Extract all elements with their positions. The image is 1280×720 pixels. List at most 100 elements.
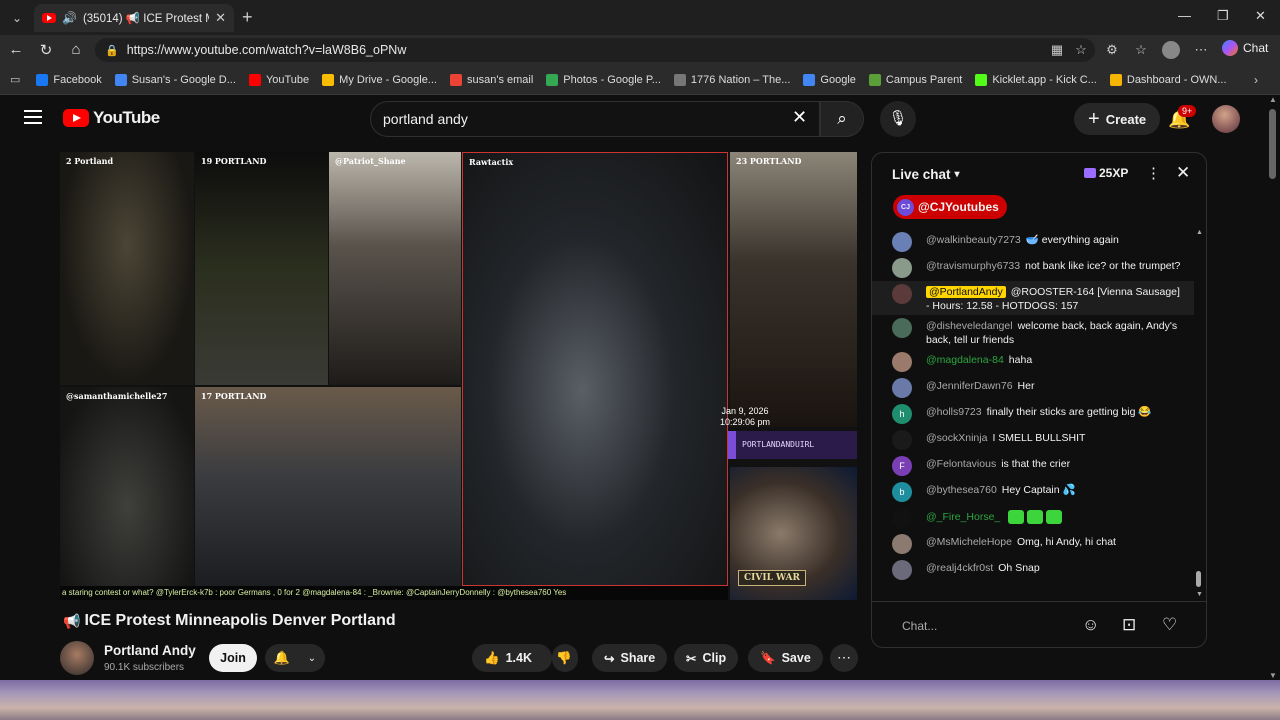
extensions-icon[interactable]: ⚙ (1103, 42, 1121, 58)
chat-author-avatar[interactable] (892, 284, 912, 304)
search-input[interactable]: portland andy (370, 101, 820, 137)
voice-search-button[interactable]: 🎙 (880, 101, 916, 137)
emoji-icon[interactable]: ☺ (1082, 615, 1099, 635)
channel-name[interactable]: Portland Andy (104, 643, 196, 658)
chat-author-avatar[interactable] (892, 508, 912, 528)
more-actions-button[interactable]: ⋯ (830, 644, 858, 672)
chat-author-name[interactable]: @bythesea760 (926, 484, 997, 496)
chat-close-icon[interactable]: ✕ (1176, 163, 1190, 183)
chat-author-name[interactable]: @realj4ckfr0st (926, 562, 993, 574)
heart-icon[interactable]: ♡ (1162, 615, 1177, 635)
pinned-user-chip[interactable]: CJ @CJYoutubes (893, 195, 1007, 219)
chat-message[interactable]: @walkinbeauty7273 🥣 everything again (872, 229, 1194, 255)
speaker-icon[interactable]: 🔊 (62, 11, 77, 25)
chat-message[interactable]: h @holls9723 finally their sticks are gett… (872, 401, 1194, 427)
channel-avatar[interactable] (60, 641, 94, 675)
scroll-down-icon[interactable]: ▼ (1196, 591, 1203, 598)
chat-message[interactable]: @MsMicheleHope Omg, hi Andy, hi chat (872, 531, 1194, 557)
chat-author-name[interactable]: @_Fire_Horse_ (926, 511, 1000, 523)
browser-tab-active[interactable]: 🔊 (35014) 📢 ICE Protest Minneapolis Denv… (34, 4, 234, 32)
chat-author-name[interactable]: @travismurphy6733 (926, 260, 1020, 272)
chat-message[interactable]: @magdalena-84 haha (872, 349, 1194, 375)
bookmark-item[interactable]: Campus Parent (868, 73, 962, 86)
chat-author-name[interactable]: @JenniferDawn76 (926, 380, 1013, 392)
save-button[interactable]: 🔖 Save (748, 644, 823, 672)
site-info-icon[interactable]: 🔒 (105, 44, 119, 57)
chat-message[interactable]: b @bythesea760 Hey Captain 💦 (872, 479, 1194, 505)
chat-scroll-thumb[interactable] (1196, 571, 1201, 587)
scroll-up-icon[interactable]: ▲ (1196, 229, 1203, 236)
browser-menu-icon[interactable]: ⋯ (1192, 42, 1210, 58)
chat-author-avatar[interactable] (892, 378, 912, 398)
create-button[interactable]: + Create (1074, 103, 1161, 135)
chat-author-name[interactable]: @disheveledangel (926, 320, 1013, 332)
chat-author-name[interactable]: @holls9723 (926, 406, 982, 418)
bookmarks-overflow-icon[interactable]: › (1254, 73, 1258, 87)
chat-author-avatar[interactable] (892, 258, 912, 278)
bookmark-item[interactable]: Facebook (36, 73, 102, 86)
chat-author-name[interactable]: @magdalena-84 (926, 354, 1004, 366)
minimize-icon[interactable]: — (1178, 8, 1191, 23)
home-icon[interactable]: ⌂ (66, 41, 86, 58)
window-close-icon[interactable]: ✕ (1255, 8, 1266, 24)
chat-scrollbar[interactable]: ▲ ▼ (1195, 229, 1203, 601)
bookmark-item[interactable]: Photos - Google P... (546, 73, 661, 86)
chat-message[interactable]: @realj4ckfr0st Oh Snap (872, 557, 1194, 583)
page-scroll-down-icon[interactable]: ▼ (1269, 671, 1277, 680)
bookmark-item[interactable]: Kicklet.app - Kick C... (975, 73, 1097, 86)
bookmark-item[interactable]: susan's email (449, 73, 533, 86)
search-clear-icon[interactable]: ✕ (792, 107, 807, 128)
chat-message[interactable]: @disheveledangel welcome back, back again… (872, 315, 1194, 349)
favorite-star-icon[interactable]: ☆ (1072, 42, 1090, 58)
chat-author-avatar[interactable] (892, 352, 912, 372)
account-avatar[interactable] (1212, 105, 1240, 133)
page-scroll-up-icon[interactable]: ▲ (1269, 95, 1277, 104)
join-button[interactable]: Join (209, 644, 257, 672)
chat-author-name[interactable]: @walkinbeauty7273 (926, 234, 1021, 246)
chat-author-name[interactable]: @MsMicheleHope (926, 536, 1012, 548)
chat-message[interactable]: F @Felontavious is that the crier (872, 453, 1194, 479)
chat-message[interactable]: @travismurphy6733 not bank like ice? or t… (872, 255, 1194, 281)
chat-author-avatar[interactable] (892, 318, 912, 338)
bookmark-item[interactable]: YouTube (248, 73, 309, 86)
super-chat-icon[interactable]: ⊡ (1122, 615, 1136, 635)
reading-list-icon[interactable]: ▭ (10, 73, 20, 86)
url-input[interactable]: 🔒 https://www.youtube.com/watch?v=laW8B6… (95, 38, 1095, 62)
chat-message[interactable]: @JenniferDawn76 Her (872, 375, 1194, 401)
chat-input[interactable]: Chat... (892, 614, 1072, 638)
bookmark-item[interactable]: My Drive - Google... (322, 73, 437, 86)
page-scroll-thumb[interactable] (1269, 109, 1276, 179)
chat-message[interactable]: @PortlandAndy @ROOSTER-164 [Vienna Sausag… (872, 281, 1194, 315)
like-button[interactable]: 👍 1.4K (472, 644, 552, 672)
chat-author-avatar[interactable] (892, 534, 912, 554)
video-player[interactable]: 2 Portland 19 PORTLAND @Patriot_Shane Ra… (60, 152, 857, 600)
tab-list-chevron-icon[interactable]: ⌄ (8, 9, 26, 27)
dislike-button[interactable]: 👎 (552, 644, 578, 672)
browser-profile-avatar[interactable] (1162, 41, 1180, 59)
favorites-icon[interactable]: ☆ (1132, 42, 1150, 58)
chat-author-avatar[interactable] (892, 560, 912, 580)
chat-author-avatar[interactable] (892, 430, 912, 450)
bookmark-item[interactable]: 1776 Nation – The... (673, 73, 790, 86)
youtube-logo[interactable]: YouTube (63, 108, 160, 128)
share-button[interactable]: ↪ Share (592, 644, 668, 672)
chat-author-avatar[interactable]: b (892, 482, 912, 502)
reload-icon[interactable]: ↻ (36, 41, 56, 59)
chat-author-avatar[interactable]: F (892, 456, 912, 476)
maximize-icon[interactable]: ❐ (1217, 8, 1229, 24)
clip-button[interactable]: ✂ Clip (674, 644, 739, 672)
bookmark-item[interactable]: Susan's - Google D... (114, 73, 236, 86)
apps-grid-icon[interactable]: ▦ (1048, 42, 1066, 58)
chat-author-name[interactable]: @sockXninja (926, 432, 987, 444)
bookmark-item[interactable]: Google (803, 73, 856, 86)
guide-menu-icon[interactable] (24, 110, 42, 124)
new-tab-button[interactable]: + (242, 7, 253, 28)
search-button[interactable]: ⌕ (820, 101, 864, 137)
page-scrollbar[interactable]: ▲ ▼ (1266, 95, 1280, 680)
chat-author-avatar[interactable] (892, 232, 912, 252)
chat-message[interactable]: @sockXninja I SMELL BULLSHIT (872, 427, 1194, 453)
chat-menu-icon[interactable]: ⋮ (1146, 164, 1161, 182)
copilot-chat-button[interactable]: Chat (1222, 40, 1268, 56)
tab-close-icon[interactable]: ✕ (215, 10, 226, 26)
xp-indicator[interactable]: 25XP (1084, 166, 1128, 180)
